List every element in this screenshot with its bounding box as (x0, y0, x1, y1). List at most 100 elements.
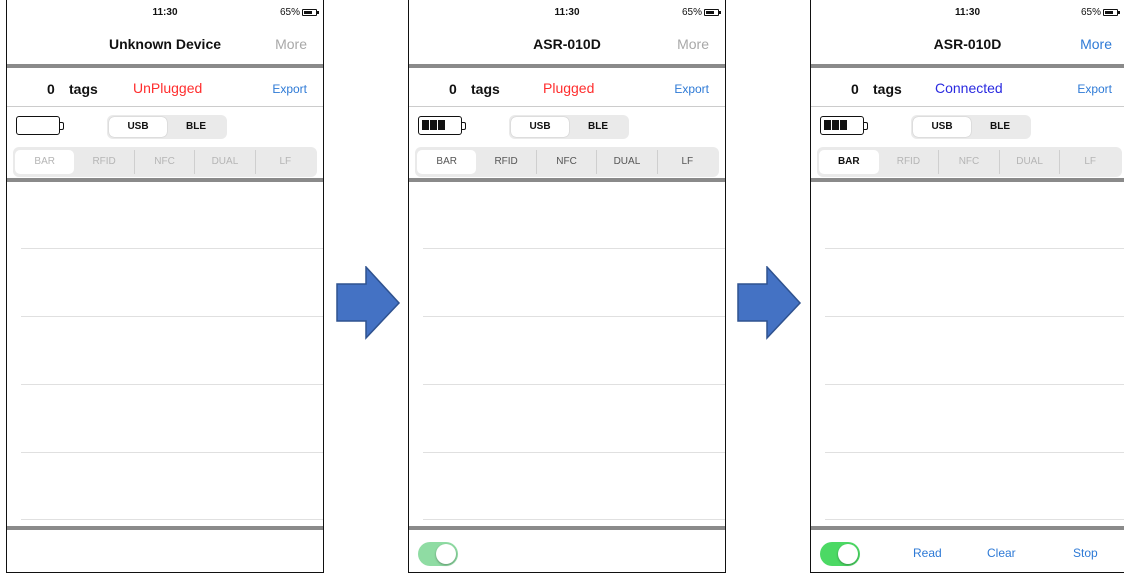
battery-percent: 65% (1080, 7, 1101, 18)
list-separator (423, 384, 725, 385)
tag-count: 0 (47, 81, 55, 97)
status-bar: 11:30 65% (7, 0, 323, 24)
connection-segmented-control[interactable]: USB BLE (509, 115, 629, 139)
tab-lf[interactable]: LF (1060, 150, 1120, 174)
bottom-toolbar (409, 532, 725, 572)
divider (7, 526, 323, 530)
more-button[interactable]: More (677, 36, 709, 52)
list-separator (825, 248, 1124, 249)
tag-row: 0 tags Plugged Export (409, 68, 725, 107)
arrow-right-icon (737, 266, 802, 340)
list-separator (825, 452, 1124, 453)
tab-lf[interactable]: LF (256, 150, 315, 174)
connection-status: UnPlugged (133, 80, 203, 96)
tab-bar[interactable]: BAR (15, 150, 75, 174)
connection-segmented-control[interactable]: USB BLE (107, 115, 227, 139)
list-separator (825, 519, 1124, 520)
list-separator (825, 384, 1124, 385)
tab-rfid[interactable]: RFID (476, 150, 537, 174)
bottom-toolbar: Read Clear Stop (811, 532, 1124, 572)
battery-percent: 65% (681, 7, 702, 18)
scan-toggle[interactable] (820, 542, 860, 566)
ble-option[interactable]: BLE (167, 117, 225, 137)
screen-connected: 11:30 65% ASR-010D More 0 tags Connected… (810, 0, 1124, 573)
divider (409, 526, 725, 530)
scan-mode-tabs[interactable]: BAR RFID NFC DUAL LF (13, 147, 317, 177)
tag-count: 0 (851, 81, 859, 97)
scan-toggle[interactable] (418, 542, 458, 566)
status-time: 11:30 (554, 7, 580, 18)
usb-option[interactable]: USB (109, 117, 167, 137)
tab-rfid[interactable]: RFID (74, 150, 135, 174)
list-separator (825, 316, 1124, 317)
arrow-right-icon (336, 266, 401, 340)
tag-row: 0 tags UnPlugged Export (7, 68, 323, 107)
tab-rfid[interactable]: RFID (879, 150, 940, 174)
screen-unknown-device: 11:30 65% Unknown Device More 0 tags UnP… (6, 0, 324, 573)
tags-label: tags (873, 81, 902, 97)
list-separator (423, 452, 725, 453)
nav-bar: ASR-010D More (409, 24, 725, 64)
connection-status: Plugged (543, 80, 595, 96)
status-bar: 11:30 65% (811, 0, 1124, 24)
list-separator (423, 248, 725, 249)
export-button[interactable]: Export (674, 82, 709, 96)
ble-option[interactable]: BLE (971, 117, 1029, 137)
list-separator (423, 519, 725, 520)
status-battery: 65% (1080, 7, 1120, 18)
tags-label: tags (69, 81, 98, 97)
scan-mode-tabs[interactable]: BAR RFID NFC DUAL LF (415, 147, 719, 177)
status-bar: 11:30 65% (409, 0, 725, 24)
tab-lf[interactable]: LF (658, 150, 717, 174)
more-button[interactable]: More (275, 36, 307, 52)
divider (7, 178, 323, 182)
connection-status: Connected (935, 80, 1003, 96)
tab-dual[interactable]: DUAL (1000, 150, 1061, 174)
stop-button[interactable]: Stop (1073, 546, 1098, 560)
divider (811, 178, 1124, 182)
status-battery: 65% (681, 7, 721, 18)
scan-mode-tabs[interactable]: BAR RFID NFC DUAL LF (817, 147, 1122, 177)
battery-icon (1103, 9, 1120, 16)
tab-bar[interactable]: BAR (819, 150, 879, 174)
tab-nfc[interactable]: NFC (537, 150, 598, 174)
usb-option[interactable]: USB (511, 117, 569, 137)
status-battery: 65% (279, 7, 319, 18)
ble-option[interactable]: BLE (569, 117, 627, 137)
tag-row: 0 tags Connected Export (811, 68, 1124, 107)
list-separator (21, 316, 323, 317)
battery-icon (302, 9, 319, 16)
tab-dual[interactable]: DUAL (195, 150, 256, 174)
usb-option[interactable]: USB (913, 117, 971, 137)
status-time: 11:30 (152, 7, 178, 18)
tags-label: tags (471, 81, 500, 97)
tab-dual[interactable]: DUAL (597, 150, 658, 174)
device-title: ASR-010D (933, 36, 1002, 52)
list-separator (21, 519, 323, 520)
export-button[interactable]: Export (272, 82, 307, 96)
device-battery-icon (820, 116, 868, 135)
divider (811, 526, 1124, 530)
more-button[interactable]: More (1080, 36, 1112, 52)
status-time: 11:30 (954, 7, 981, 18)
nav-bar: ASR-010D More (811, 24, 1124, 64)
list-separator (21, 248, 323, 249)
list-separator (21, 452, 323, 453)
tab-bar[interactable]: BAR (417, 150, 477, 174)
device-battery-icon (16, 116, 64, 135)
connection-segmented-control[interactable]: USB BLE (911, 115, 1031, 139)
list-separator (21, 384, 323, 385)
device-battery-icon (418, 116, 466, 135)
divider (409, 178, 725, 182)
export-button[interactable]: Export (1077, 82, 1112, 96)
list-separator (423, 316, 725, 317)
battery-percent: 65% (279, 7, 300, 18)
tab-nfc[interactable]: NFC (135, 150, 196, 174)
nav-bar: Unknown Device More (7, 24, 323, 64)
battery-icon (704, 9, 721, 16)
clear-button[interactable]: Clear (987, 546, 1016, 560)
read-button[interactable]: Read (913, 546, 942, 560)
screen-plugged: 11:30 65% ASR-010D More 0 tags Plugged E… (408, 0, 726, 573)
tag-count: 0 (449, 81, 457, 97)
tab-nfc[interactable]: NFC (939, 150, 1000, 174)
